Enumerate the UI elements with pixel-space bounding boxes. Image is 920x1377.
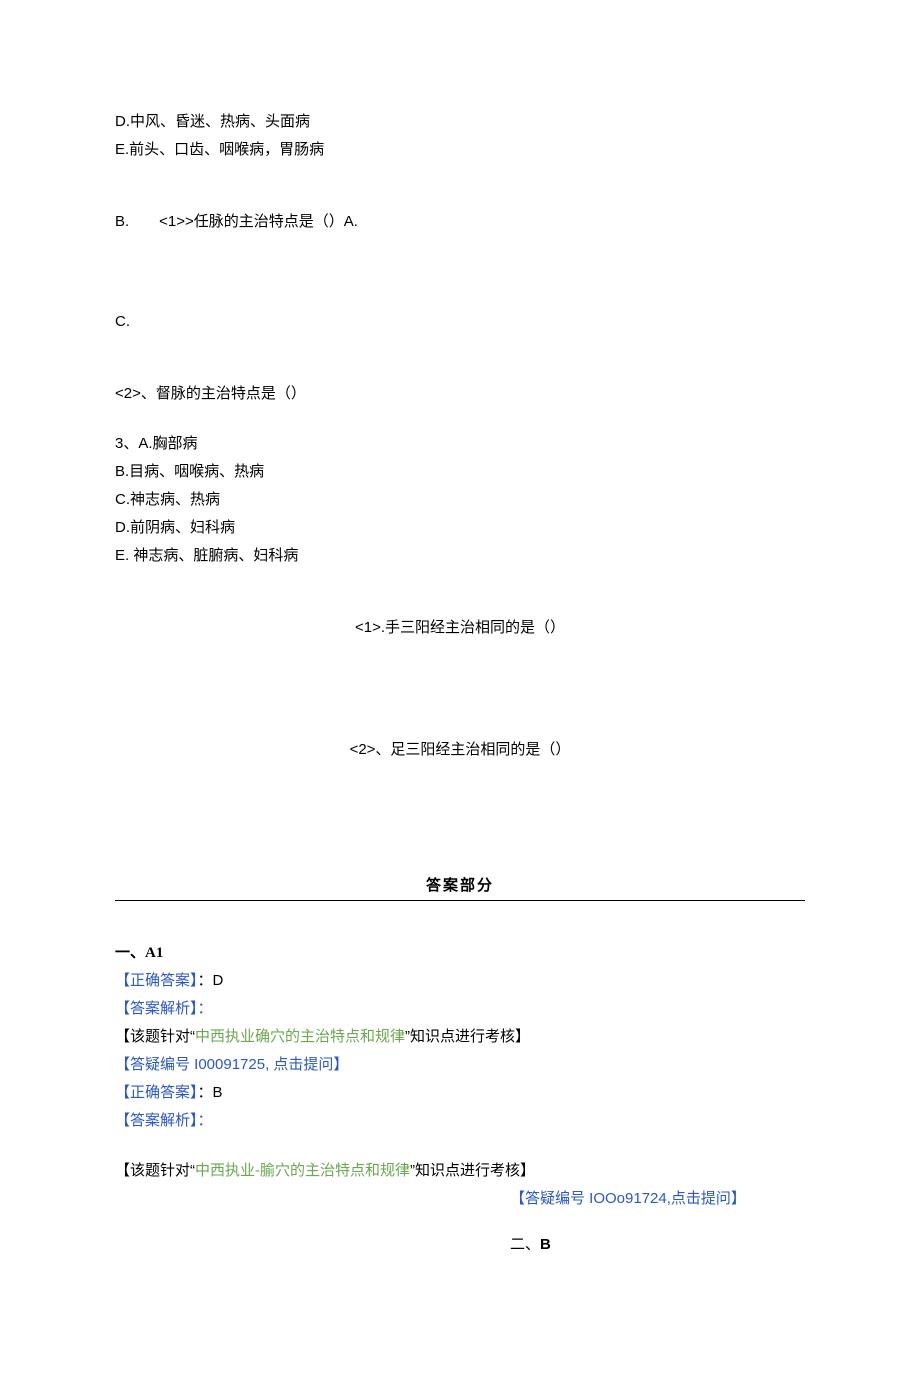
inquiry2-suffix: 点击提问】 bbox=[671, 1190, 746, 1207]
target-suffix: ”知识点进行考核】 bbox=[405, 1028, 530, 1045]
target-prefix: 【该题针对“ bbox=[115, 1162, 195, 1179]
inquiry-link-1[interactable]: 【答疑编号 I00091725, 点击提问】 bbox=[115, 1053, 805, 1077]
target-1-green: 中西执业确穴的主治特点和规律 bbox=[195, 1028, 405, 1045]
option-e: E.前头、口齿、咽喉病，胃肠病 bbox=[115, 138, 805, 162]
option-d: D.中风、昏迷、热病、头面病 bbox=[115, 110, 805, 134]
answer-value-d: D bbox=[213, 972, 224, 989]
target-prefix: 【该题针对“ bbox=[115, 1028, 195, 1045]
analysis-label-2: 【答案解析】： bbox=[115, 1109, 805, 1133]
q3-option-b: B.目病、咽喉病、热病 bbox=[115, 460, 805, 484]
correct-answer-label: 【正确答案】 bbox=[115, 1084, 198, 1101]
correct-answer-1: 【正确答案】：D bbox=[115, 969, 805, 993]
sub-question-1: <1>.手三阳经主治相同的是（） bbox=[115, 616, 805, 640]
answer-section-title: 答案部分 bbox=[115, 874, 805, 901]
q3-option-a: 3、A.胸部病 bbox=[115, 432, 805, 456]
separator: ： bbox=[198, 1084, 213, 1101]
q3-option-d: D.前阴病、妇科病 bbox=[115, 516, 805, 540]
line-b-ren-mai: B. <1>>任脉的主治特点是（）A. bbox=[115, 210, 805, 234]
section-2-prefix: 二、 bbox=[510, 1237, 540, 1253]
q3-option-c: C.神志病、热病 bbox=[115, 488, 805, 512]
section-1-label: 一、A1 bbox=[115, 941, 805, 965]
target-line-2: 【该题针对“中西执业-腧穴的主治特点和规律”知识点进行考核】 bbox=[115, 1159, 805, 1183]
target-line-1: 【该题针对“中西执业确穴的主治特点和规律”知识点进行考核】 bbox=[115, 1025, 805, 1049]
line-c: C. bbox=[115, 310, 805, 334]
sub-question-2: <2>、足三阳经主治相同的是（） bbox=[115, 738, 805, 762]
separator: ： bbox=[198, 972, 213, 989]
section-2-label: 二、B bbox=[510, 1233, 805, 1257]
section-2-letter: B bbox=[540, 1236, 551, 1253]
q3-option-e: E. 神志病、脏腑病、妇科病 bbox=[115, 544, 805, 568]
target-suffix: ”知识点进行考核】 bbox=[410, 1162, 535, 1179]
correct-answer-2: 【正确答案】：B bbox=[115, 1081, 805, 1105]
inquiry2-id: IOOo91724, bbox=[589, 1190, 671, 1207]
correct-answer-label: 【正确答案】 bbox=[115, 972, 198, 989]
inquiry2-prefix: 【答疑编号 bbox=[510, 1190, 589, 1207]
analysis-label-1: 【答案解析】： bbox=[115, 997, 805, 1021]
answer-value-b: B bbox=[213, 1084, 223, 1101]
target-2-green: 中西执业-腧穴的主治特点和规律 bbox=[195, 1162, 410, 1179]
question-du-mai: <2>、督脉的主治特点是（） bbox=[115, 382, 805, 406]
inquiry-link-2[interactable]: 【答疑编号 IOOo91724,点击提问】 bbox=[510, 1187, 770, 1211]
